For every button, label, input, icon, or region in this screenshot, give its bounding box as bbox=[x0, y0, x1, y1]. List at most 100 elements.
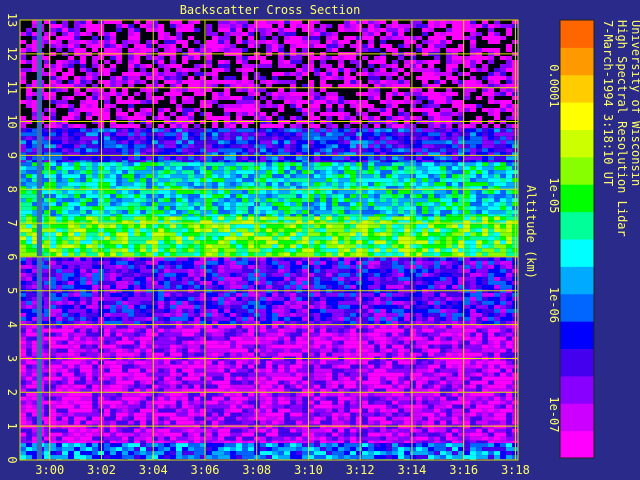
heatmap-cell bbox=[212, 360, 218, 365]
heatmap-cell bbox=[56, 304, 62, 309]
heatmap-cell bbox=[380, 300, 386, 305]
heatmap-cell bbox=[386, 432, 392, 437]
heatmap-cell bbox=[452, 300, 458, 305]
heatmap-cell bbox=[134, 416, 140, 421]
heatmap-cell bbox=[500, 316, 506, 321]
heatmap-cell bbox=[116, 392, 122, 397]
heatmap-cell bbox=[464, 216, 470, 221]
heatmap-cell bbox=[164, 244, 170, 249]
heatmap-cell bbox=[80, 284, 86, 289]
heatmap-cell bbox=[380, 224, 386, 229]
heatmap-cell bbox=[296, 440, 302, 444]
heatmap-cell bbox=[44, 228, 50, 233]
heatmap-cell bbox=[290, 451, 296, 456]
heatmap-cell bbox=[482, 296, 488, 301]
heatmap-cell bbox=[446, 224, 452, 229]
heatmap-cell bbox=[362, 392, 368, 397]
heatmap-cell bbox=[440, 260, 446, 265]
heatmap-cell bbox=[122, 236, 128, 241]
heatmap-cell bbox=[164, 364, 170, 369]
heatmap-cell bbox=[332, 244, 338, 249]
heatmap-cell bbox=[374, 420, 380, 425]
heatmap-cell bbox=[428, 312, 434, 317]
heatmap-cell bbox=[296, 240, 302, 245]
heatmap-cell bbox=[128, 280, 134, 285]
heatmap-cell bbox=[134, 280, 140, 285]
heatmap-cell bbox=[68, 220, 74, 225]
heatmap-cell bbox=[350, 440, 356, 444]
heatmap-cell bbox=[146, 420, 152, 425]
heatmap-cell bbox=[44, 316, 50, 321]
heatmap-cell bbox=[212, 276, 218, 281]
heatmap-cell bbox=[242, 455, 248, 460]
heatmap-cell bbox=[362, 400, 368, 405]
heatmap-cell bbox=[122, 224, 128, 229]
heatmap-cell bbox=[56, 328, 62, 333]
heatmap-cell bbox=[416, 432, 422, 437]
heatmap-cell bbox=[62, 376, 68, 381]
heatmap-cell bbox=[248, 308, 254, 313]
heatmap-cell bbox=[56, 324, 62, 329]
heatmap-cell bbox=[272, 236, 278, 241]
heatmap-cell bbox=[92, 340, 98, 345]
heatmap-cell bbox=[458, 308, 464, 313]
heatmap-cell bbox=[80, 228, 86, 233]
heatmap-cell bbox=[314, 412, 320, 417]
heatmap-cell bbox=[188, 244, 194, 249]
heatmap-cell bbox=[116, 216, 122, 221]
heatmap-cell bbox=[344, 348, 350, 353]
heatmap-cell bbox=[470, 440, 476, 444]
heatmap-cell bbox=[470, 420, 476, 425]
heatmap-cell bbox=[350, 332, 356, 337]
heatmap-cell bbox=[218, 440, 224, 444]
heatmap-cell bbox=[392, 328, 398, 333]
heatmap-cell bbox=[356, 312, 362, 317]
heatmap-cell bbox=[452, 400, 458, 405]
heatmap-cell bbox=[398, 400, 404, 405]
heatmap-cell bbox=[482, 236, 488, 241]
heatmap-cell bbox=[338, 455, 344, 460]
heatmap-cell bbox=[362, 332, 368, 337]
heatmap-cell bbox=[206, 332, 212, 337]
heatmap-cell bbox=[266, 432, 272, 437]
heatmap-cell bbox=[164, 380, 170, 385]
heatmap-cell bbox=[398, 260, 404, 265]
heatmap-cell bbox=[440, 328, 446, 333]
heatmap-cell bbox=[110, 392, 116, 397]
heatmap-cell bbox=[446, 408, 452, 413]
heatmap-cell bbox=[386, 455, 392, 460]
heatmap-cell bbox=[260, 300, 266, 305]
heatmap-cell bbox=[134, 408, 140, 413]
heatmap-cell bbox=[332, 420, 338, 425]
heatmap-cell bbox=[350, 455, 356, 460]
heatmap-cell bbox=[488, 455, 494, 460]
heatmap-cell bbox=[314, 300, 320, 305]
heatmap-cell bbox=[92, 455, 98, 460]
heatmap-cell bbox=[440, 428, 446, 433]
heatmap-cell bbox=[104, 408, 110, 413]
heatmap-cell bbox=[398, 447, 404, 452]
heatmap-cell bbox=[236, 320, 242, 325]
heatmap-cell bbox=[194, 236, 200, 241]
heatmap-cell bbox=[158, 348, 164, 353]
heatmap-cell bbox=[80, 272, 86, 277]
heatmap-cell bbox=[188, 272, 194, 277]
heatmap-cell bbox=[356, 436, 362, 441]
heatmap-cell bbox=[86, 264, 92, 269]
heatmap-cell bbox=[464, 260, 470, 265]
heatmap-cell bbox=[506, 376, 512, 381]
heatmap-cell bbox=[140, 256, 146, 261]
heatmap-cell bbox=[500, 436, 506, 441]
heatmap-cell bbox=[452, 451, 458, 456]
heatmap-cell bbox=[362, 428, 368, 433]
heatmap-cell bbox=[236, 224, 242, 229]
heatmap-cell bbox=[296, 300, 302, 305]
heatmap-cell bbox=[188, 420, 194, 425]
heatmap-cell bbox=[242, 244, 248, 249]
heatmap-cell bbox=[20, 248, 26, 253]
heatmap-cell bbox=[266, 264, 272, 269]
heatmap-cell bbox=[332, 368, 338, 373]
heatmap-cell bbox=[446, 304, 452, 309]
heatmap-cell bbox=[278, 352, 284, 357]
heatmap-cell bbox=[182, 292, 188, 297]
